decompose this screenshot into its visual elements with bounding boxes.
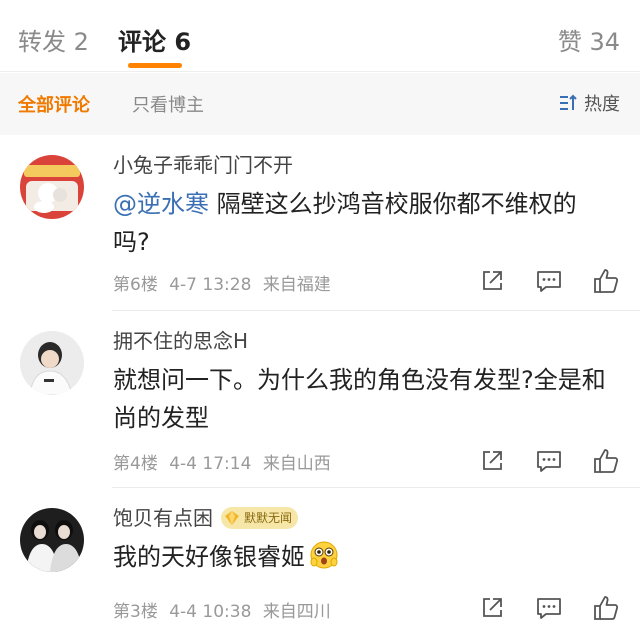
username[interactable]: 拥不住的思念H xyxy=(113,325,248,354)
diamond-icon xyxy=(225,510,239,525)
comment-meta: 第3楼 4-4 10:38 来自四川 xyxy=(113,597,337,622)
share-icon[interactable] xyxy=(476,265,508,297)
comment-item: 拥不住的思念H 就想问一下。为什么我的角色没有发型?全是和尚的发型 第4楼 4-… xyxy=(0,311,640,488)
comment-actions xyxy=(476,445,622,477)
comment-text: 就想问一下。为什么我的角色没有发型?全是和尚的发型 xyxy=(113,366,606,432)
reply-icon[interactable] xyxy=(533,265,565,297)
like-thumb-icon[interactable] xyxy=(590,592,622,624)
reply-icon[interactable] xyxy=(533,445,565,477)
share-icon[interactable] xyxy=(476,592,508,624)
comment-date: 4-4 10:38 xyxy=(169,602,252,622)
comment-actions xyxy=(476,592,622,624)
comment-text: @逆水寒 隔壁这么抄鸿音校服你都不维权的吗? xyxy=(113,185,613,261)
floor-number: 第4楼 xyxy=(113,454,158,474)
active-tab-indicator xyxy=(128,63,182,68)
sort-by-hot-button[interactable]: 热度 xyxy=(558,90,620,116)
avatar[interactable] xyxy=(20,155,84,219)
comment-body: 我的天好像银睿姬 xyxy=(113,543,305,571)
avatar[interactable] xyxy=(20,331,84,395)
comment-location: 来自福建 xyxy=(262,275,331,295)
reply-icon[interactable] xyxy=(533,592,565,624)
sort-label: 热度 xyxy=(584,94,620,115)
username[interactable]: 饱贝有点困 默默无闻 xyxy=(113,502,299,531)
tab-comments[interactable]: 评论 6 xyxy=(118,22,191,57)
like-thumb-icon[interactable] xyxy=(590,265,622,297)
username[interactable]: 小兔子乖乖门门不开 xyxy=(113,149,293,178)
comment-date: 4-4 17:14 xyxy=(169,454,252,474)
mention-link[interactable]: @逆水寒 xyxy=(113,190,209,218)
like-thumb-icon[interactable] xyxy=(590,445,622,477)
avatar[interactable] xyxy=(20,508,84,572)
username-text: 饱贝有点困 xyxy=(113,506,213,530)
sort-icon xyxy=(560,94,577,110)
badge-label: 默默无闻 xyxy=(244,511,293,525)
comment-item: 小兔子乖乖门门不开 @逆水寒 隔壁这么抄鸿音校服你都不维权的吗? 第6楼 4-7… xyxy=(0,135,640,311)
comment-meta: 第4楼 4-4 17:14 来自山西 xyxy=(113,449,337,474)
comment-meta: 第6楼 4-7 13:28 来自福建 xyxy=(113,270,337,295)
comment-text: 我的天好像银睿姬 xyxy=(113,538,613,576)
comment-actions xyxy=(476,265,622,297)
filter-author-only[interactable]: 只看博主 xyxy=(132,91,204,117)
comment-tab-bar: 转发 2 评论 6 赞 34 xyxy=(0,0,640,72)
tab-likes[interactable]: 赞 34 xyxy=(558,22,620,57)
user-badge[interactable]: 默默无闻 xyxy=(221,506,299,529)
floor-number: 第6楼 xyxy=(113,275,158,295)
share-icon[interactable] xyxy=(476,445,508,477)
surprised-face-emoji xyxy=(310,541,338,569)
filter-all-comments[interactable]: 全部评论 xyxy=(18,91,90,117)
comment-item: 饱贝有点困 默默无闻 我的天好像银睿姬 第3楼 4-4 10:38 来自四川 xyxy=(0,488,640,638)
comment-filter-bar: 全部评论 只看博主 热度 xyxy=(0,73,640,135)
tab-retweets[interactable]: 转发 2 xyxy=(18,22,89,57)
comment-date: 4-7 13:28 xyxy=(169,275,252,295)
comment-location: 来自四川 xyxy=(262,602,331,622)
comment-location: 来自山西 xyxy=(262,454,331,474)
floor-number: 第3楼 xyxy=(113,602,158,622)
